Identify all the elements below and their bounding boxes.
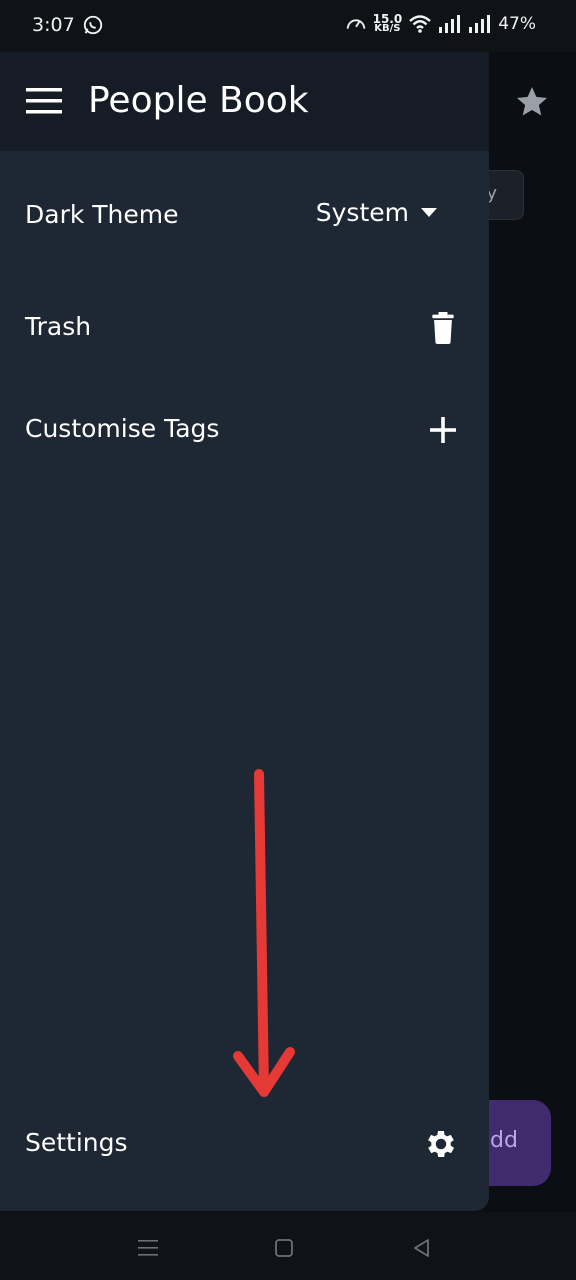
status-time: 3:07 — [32, 14, 75, 36]
red-arrow-annotation — [233, 769, 295, 1097]
home-icon[interactable] — [272, 1236, 296, 1260]
settings-row[interactable]: Settings — [0, 1114, 489, 1174]
gear-icon[interactable] — [423, 1126, 459, 1162]
trash-row[interactable]: Trash — [0, 298, 489, 358]
settings-label: Settings — [25, 1128, 128, 1157]
hamburger-menu-icon[interactable] — [26, 86, 62, 116]
drawer-header: People Book — [0, 52, 489, 151]
system-navigation-bar — [0, 1212, 576, 1280]
plus-icon[interactable] — [427, 414, 459, 446]
back-icon[interactable] — [410, 1236, 434, 1260]
dark-theme-label: Dark Theme — [25, 200, 179, 229]
status-icons: 15.0 KB/S 47% — [345, 13, 536, 35]
signal-icon-2 — [469, 15, 491, 33]
dark-theme-value: System — [315, 198, 409, 227]
navigation-drawer: People Book Dark Theme System Trash Cust… — [0, 52, 489, 1211]
customise-tags-row[interactable]: Customise Tags — [0, 400, 489, 460]
caret-down-icon — [421, 207, 437, 217]
recents-menu-icon[interactable] — [136, 1236, 160, 1260]
network-speed: 15.0 KB/S — [372, 12, 403, 34]
trash-icon[interactable] — [427, 312, 459, 344]
dark-theme-row: Dark Theme System — [0, 186, 489, 246]
app-title: People Book — [88, 80, 309, 121]
star-icon[interactable] — [514, 84, 550, 120]
wifi-icon — [409, 15, 432, 33]
whatsapp-icon — [83, 15, 103, 35]
status-bar: 3:07 15.0 KB/S 47% — [0, 0, 576, 52]
signal-icon — [439, 15, 461, 33]
dark-theme-dropdown[interactable]: System — [316, 198, 437, 227]
customise-tags-label: Customise Tags — [25, 414, 220, 443]
speedometer-icon — [346, 19, 365, 29]
battery-percent: 47% — [498, 14, 536, 34]
trash-label: Trash — [25, 312, 92, 341]
